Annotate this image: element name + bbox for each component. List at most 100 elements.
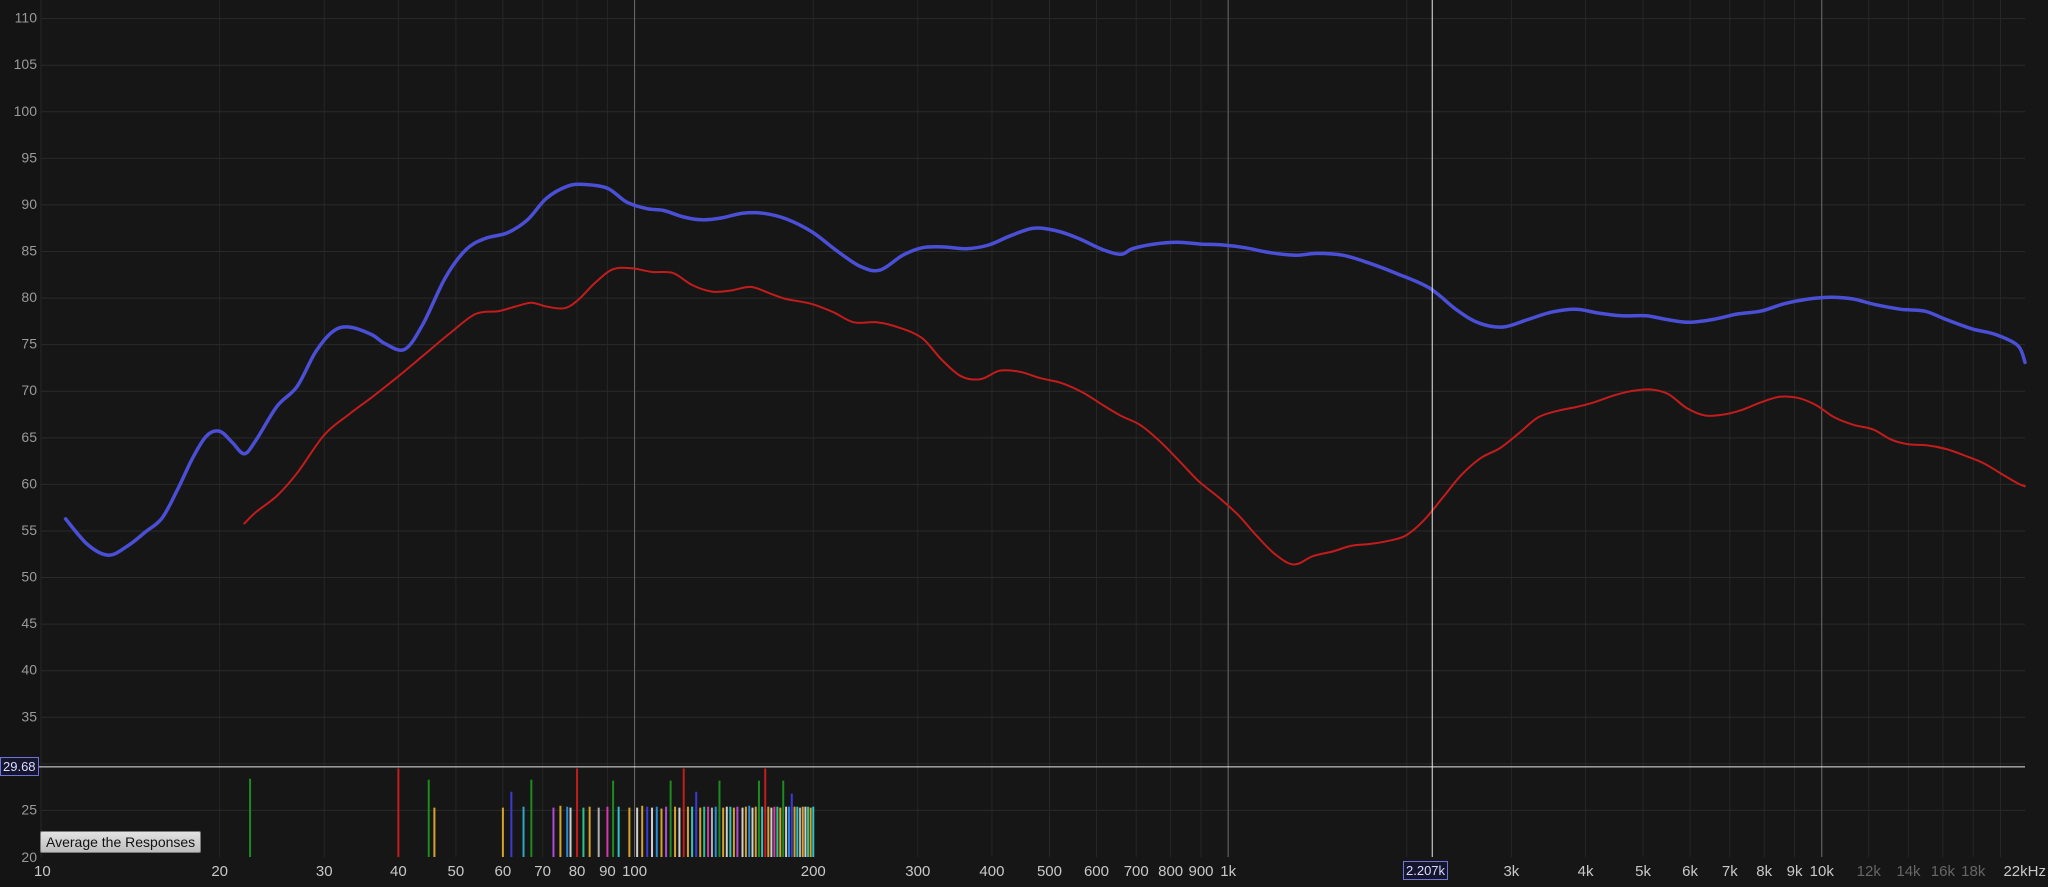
average-responses-button[interactable]: Average the Responses <box>40 831 202 853</box>
impulse-bar <box>714 806 717 857</box>
y-tick-label: 25 <box>21 801 37 817</box>
impulse-bar <box>725 806 728 857</box>
x-tick-label: 10k <box>1810 863 1835 880</box>
y-tick-label: 80 <box>21 289 37 305</box>
impulse-bar <box>597 807 600 857</box>
y-tick-label: 85 <box>21 243 37 259</box>
impulse-bar <box>501 807 504 857</box>
x-tick-label: 4k <box>1578 863 1594 880</box>
impulse-bar <box>770 807 773 857</box>
impulse-bar <box>665 806 668 857</box>
x-tick-label: 18k <box>1961 863 1986 880</box>
impulse-bar <box>397 768 400 857</box>
x-tick-label: 22kHz <box>2003 863 2046 880</box>
x-tick-label: 600 <box>1084 863 1109 880</box>
x-tick-label: 100 <box>622 863 647 880</box>
impulse-bar <box>779 807 782 857</box>
impulse-bar <box>686 806 689 857</box>
impulse-bar <box>751 807 754 857</box>
impulse-bar <box>764 768 767 857</box>
impulse-bar <box>801 806 804 857</box>
impulse-bar <box>552 807 555 857</box>
impulse-bar <box>790 793 793 857</box>
impulse-bar <box>741 807 744 857</box>
impulse-bar <box>559 805 562 857</box>
x-tick-label: 8k <box>1756 863 1772 880</box>
x-tick-label: 300 <box>905 863 930 880</box>
impulse-bar <box>588 806 591 857</box>
impulse-bar <box>674 806 677 857</box>
x-tick-label: 40 <box>390 863 407 880</box>
x-tick-label: 200 <box>801 863 826 880</box>
impulse-bar <box>782 780 785 857</box>
x-tick-label: 10 <box>34 863 51 880</box>
cursor-x-readout: 2.207k <box>1403 861 1449 880</box>
x-tick-label: 7k <box>1722 863 1738 880</box>
impulse-bar <box>699 807 702 857</box>
x-tick-label: 80 <box>569 863 586 880</box>
y-tick-label: 90 <box>21 196 37 212</box>
impulse-bar <box>522 806 525 857</box>
y-tick-label: 50 <box>21 569 37 585</box>
impulse-bar <box>710 807 713 857</box>
impulse-bar <box>569 807 572 857</box>
y-tick-label: 60 <box>21 475 37 491</box>
impulse-bar <box>678 807 681 857</box>
impulse-bar <box>669 780 672 857</box>
impulse-bar <box>804 806 807 857</box>
y-tick-label: 110 <box>15 10 38 26</box>
impulse-bar <box>744 806 747 857</box>
impulse-bar <box>646 806 649 857</box>
y-tick-label: 45 <box>21 615 37 631</box>
x-tick-label: 500 <box>1037 863 1062 880</box>
x-tick-label: 90 <box>599 863 616 880</box>
y-tick-label: 35 <box>21 708 37 724</box>
x-tick-label: 70 <box>534 863 551 880</box>
impulse-bar <box>628 807 631 857</box>
y-tick-label: 95 <box>21 149 37 165</box>
impulse-bar <box>617 806 620 857</box>
x-tick-label: 6k <box>1682 863 1698 880</box>
x-tick-label: 1k <box>1220 863 1236 880</box>
impulse-bar <box>636 807 639 857</box>
impulse-bar <box>812 806 815 857</box>
impulse-bar <box>807 806 810 857</box>
x-tick-label: 30 <box>316 863 333 880</box>
x-tick-label: 9k <box>1787 863 1803 880</box>
cursor-y-readout: 29.68 <box>0 757 39 776</box>
impulse-bar <box>767 806 770 857</box>
x-tick-label: 12k <box>1857 863 1882 880</box>
impulse-bar <box>606 806 609 857</box>
x-tick-label: 700 <box>1124 863 1149 880</box>
x-tick-label: 20 <box>211 863 228 880</box>
spl-frequency-chart[interactable]: 253540455055606570758085909510010511020 … <box>0 0 2048 887</box>
y-tick-label: 65 <box>21 429 37 445</box>
impulse-bar <box>655 806 658 857</box>
y-tick-label: 75 <box>21 336 37 352</box>
impulse-bar <box>582 807 585 857</box>
impulse-bar <box>651 807 654 857</box>
impulse-bar <box>757 780 760 857</box>
x-tick-label: 400 <box>979 863 1004 880</box>
impulse-bar <box>732 807 735 857</box>
x-tick-label: 50 <box>448 863 465 880</box>
impulse-bar <box>787 806 790 857</box>
impulse-bar <box>660 808 663 857</box>
impulse-bar <box>612 780 615 857</box>
impulse-bar <box>748 805 751 857</box>
y-tick-label: 55 <box>21 522 37 538</box>
impulse-bar <box>799 807 802 857</box>
x-tick-label: 800 <box>1158 863 1183 880</box>
plot-background <box>0 0 2048 887</box>
impulse-bar <box>566 806 569 857</box>
y-tick-label: 105 <box>14 56 38 72</box>
impulse-bar <box>510 791 513 857</box>
impulse-bar <box>682 768 685 857</box>
impulse-bar <box>722 807 725 857</box>
impulse-bar <box>776 806 779 857</box>
x-tick-label: 5k <box>1635 863 1651 880</box>
impulse-bar <box>641 805 644 857</box>
impulse-bar <box>793 806 796 857</box>
impulse-bar <box>707 806 710 857</box>
impulse-bar <box>703 806 706 857</box>
